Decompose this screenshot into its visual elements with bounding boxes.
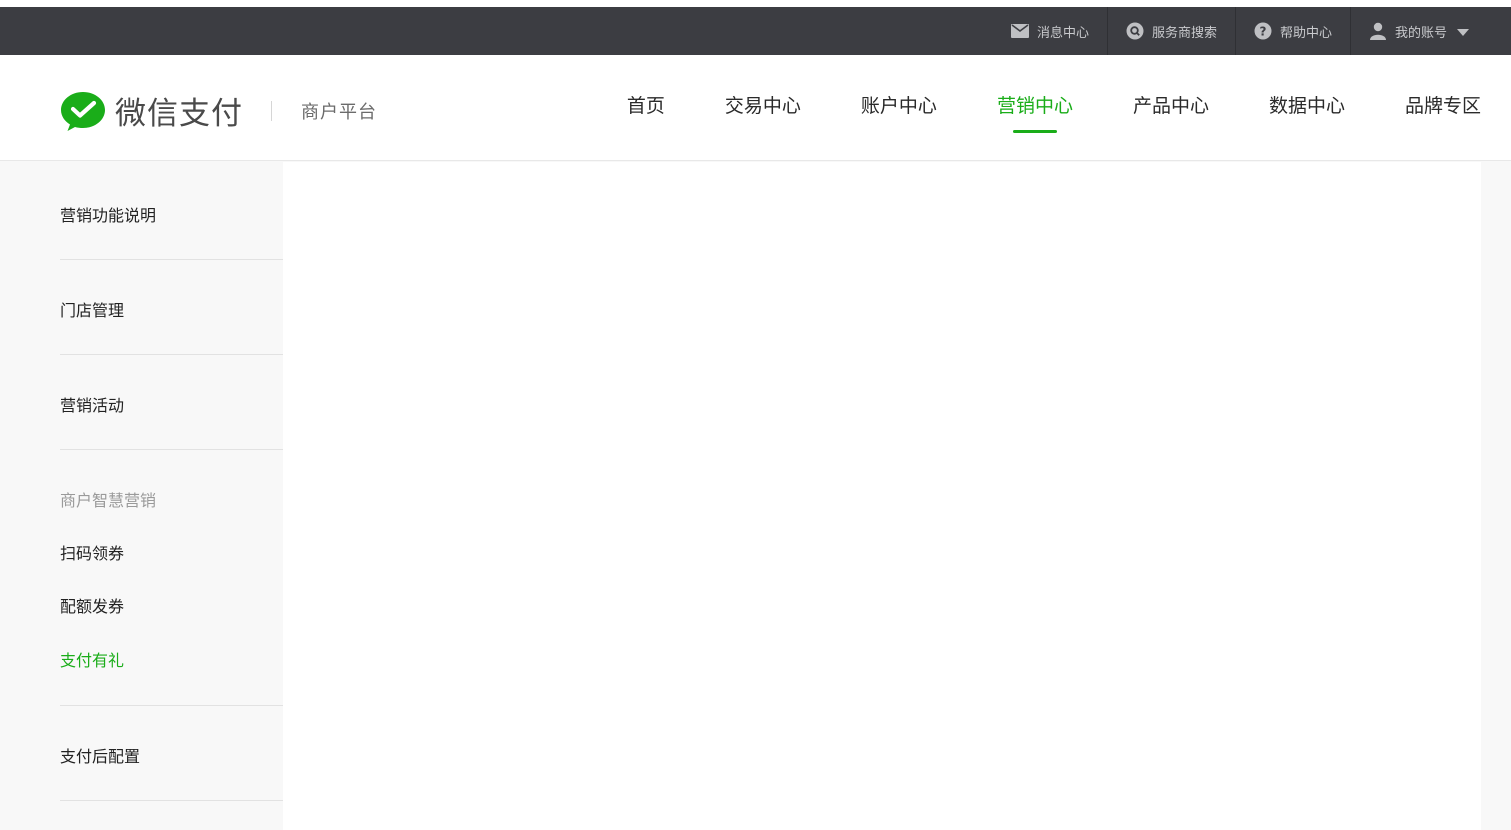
sidebar-section-marketing-activity: 营销活动 (60, 355, 283, 450)
topbar-account-menu[interactable]: 我的账号 (1349, 7, 1511, 55)
topbar-provider-search-link[interactable]: 服务商搜索 (1106, 7, 1235, 55)
sidebar-section-marketing-guide: 营销功能说明 (60, 162, 283, 260)
main-header: 微信支付 商户平台 首页 交易中心 账户中心 营销中心 产品中心 数据中心 品牌… (0, 55, 1511, 161)
user-icon (1369, 22, 1387, 40)
logo[interactable]: 微信支付 商户平台 (60, 88, 377, 133)
sidebar-group-heading: 商户智慧营销 (60, 491, 157, 510)
sidebar-section-store-management: 门店管理 (60, 260, 283, 355)
sidebar-item-marketing-guide[interactable]: 营销功能说明 (60, 202, 156, 226)
main-content (283, 162, 1481, 830)
nav-data[interactable]: 数据中心 (1269, 55, 1345, 161)
svg-text:?: ? (1259, 25, 1266, 39)
topbar-help-link[interactable]: ? 帮助中心 (1234, 7, 1350, 55)
nav-brand[interactable]: 品牌专区 (1405, 55, 1481, 161)
nav-marketing[interactable]: 营销中心 (997, 55, 1073, 161)
topbar-help-label: 帮助中心 (1279, 25, 1332, 41)
nav-account[interactable]: 账户中心 (861, 55, 937, 161)
sidebar-item-marketing-activity[interactable]: 营销活动 (60, 392, 124, 416)
topbar-account-label: 我的账号 (1394, 25, 1447, 41)
nav-products[interactable]: 产品中心 (1133, 55, 1209, 161)
topbar-messages-link[interactable]: 消息中心 (993, 7, 1107, 55)
help-icon: ? (1254, 22, 1272, 40)
chevron-down-icon (1457, 28, 1469, 36)
sidebar: 营销功能说明 门店管理 营销活动 商户智慧营销 扫码领券 配额发券 支付有礼 支… (0, 162, 283, 830)
logo-text: 微信支付 (115, 96, 243, 132)
sidebar-item-scan-coupon[interactable]: 扫码领券 (60, 540, 124, 564)
sidebar-section-post-payment: 支付后配置 (60, 706, 283, 801)
search-icon (1126, 22, 1144, 40)
top-strip (0, 0, 1511, 7)
sidebar-item-post-payment-config[interactable]: 支付后配置 (60, 743, 140, 767)
sidebar-item-pay-gift[interactable]: 支付有礼 (60, 647, 124, 671)
mail-icon (1010, 22, 1029, 40)
topbar-messages-label: 消息中心 (1036, 25, 1089, 41)
utility-bar-items: 消息中心 服务商搜索 ? 帮助中心 我的账号 (993, 7, 1511, 55)
main-nav: 首页 交易中心 账户中心 营销中心 产品中心 数据中心 品牌专区 (567, 55, 1481, 161)
utility-bar: 消息中心 服务商搜索 ? 帮助中心 我的账号 (0, 7, 1511, 55)
sidebar-item-quota-coupon[interactable]: 配额发券 (60, 593, 124, 617)
nav-home[interactable]: 首页 (627, 55, 665, 161)
logo-subtitle: 商户平台 (301, 101, 377, 123)
topbar-provider-search-label: 服务商搜索 (1151, 25, 1217, 41)
wechat-pay-logo-icon (61, 91, 105, 131)
sidebar-section-smart-marketing: 商户智慧营销 扫码领券 配额发券 支付有礼 (60, 450, 283, 706)
sidebar-item-store-management[interactable]: 门店管理 (60, 297, 124, 321)
nav-transactions[interactable]: 交易中心 (725, 55, 801, 161)
logo-divider (271, 100, 272, 121)
